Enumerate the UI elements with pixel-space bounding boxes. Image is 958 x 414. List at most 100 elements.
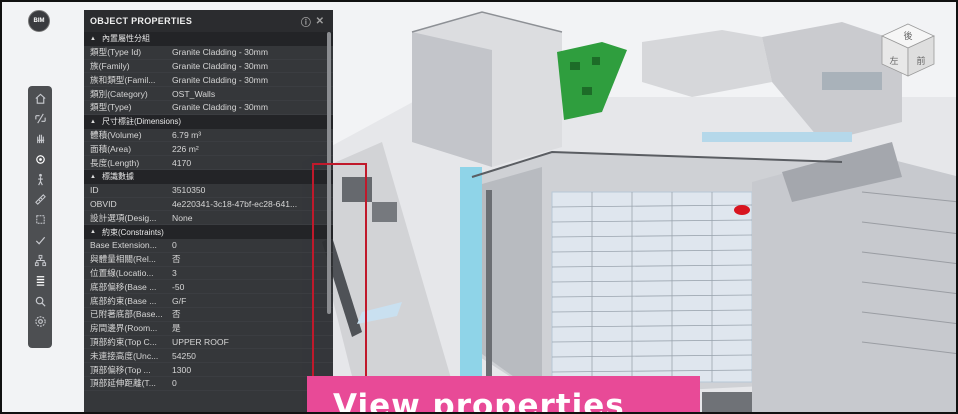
property-value: 226 m²	[172, 143, 199, 154]
property-key: 與體量相關(Rel...	[90, 254, 156, 265]
section-label: 標識數據	[101, 172, 134, 182]
properties-list-icon[interactable]	[28, 271, 52, 291]
property-key: 位置線(Locatio...	[90, 267, 154, 278]
property-key: 房間邊界(Room...	[90, 323, 158, 334]
property-value: 0	[172, 240, 177, 251]
property-row[interactable]: 頂部約束(Top C... UPPER ROOF	[84, 336, 333, 350]
section-label: 尺寸標註(Dimensions)	[101, 117, 182, 127]
property-key: 體積(Volume)	[90, 129, 142, 140]
section-icon[interactable]	[28, 108, 52, 128]
property-value: 是	[172, 323, 181, 334]
property-value: 3510350	[172, 185, 206, 196]
property-value: Granite Cladding - 30mm	[172, 60, 269, 71]
property-key: 底部約束(Base ...	[90, 295, 157, 306]
app-logo[interactable]: BIM	[28, 10, 50, 32]
property-row[interactable]: OBVID 4e220341-3c18-47bf-ec28-641...	[84, 198, 333, 212]
property-row[interactable]: 已附著底部(Base... 否	[84, 308, 333, 322]
property-row[interactable]: 與體量相關(Rel... 否	[84, 253, 333, 267]
property-key: OBVID	[90, 198, 117, 209]
section-label: 內置屬性分組	[101, 34, 150, 44]
callout-banner: View properties	[307, 376, 700, 412]
panel-header: OBJECT PROPERTIES ⓘ ✕	[84, 10, 333, 32]
caret-up-icon: ▲	[90, 118, 96, 125]
property-key: 長度(Length)	[90, 157, 140, 168]
property-value: Granite Cladding - 30mm	[172, 74, 269, 85]
property-row[interactable]: 設計選項(Desig... None	[84, 211, 333, 226]
building-model[interactable]	[302, 2, 958, 414]
property-value: G/F	[172, 295, 187, 306]
walk-person-icon[interactable]	[28, 169, 52, 189]
property-value: 4170	[172, 157, 192, 168]
property-row[interactable]: 位置線(Locatio... 3	[84, 267, 333, 281]
orbit-icon[interactable]	[28, 149, 52, 169]
check-icon[interactable]	[28, 230, 52, 250]
model-tree-icon[interactable]	[28, 250, 52, 270]
viewcube-left-label: 左	[889, 55, 898, 67]
property-value: 54250	[172, 350, 196, 361]
property-value: None	[172, 212, 193, 223]
property-row[interactable]: ID 3510350	[84, 184, 333, 198]
property-value: UPPER ROOF	[172, 336, 229, 347]
property-key: Base Extension...	[90, 240, 157, 251]
property-row[interactable]: 底部約束(Base ... G/F	[84, 294, 333, 308]
property-key: ID	[90, 185, 99, 196]
property-key: 頂部延伸距離(T...	[90, 378, 156, 389]
property-value: Granite Cladding - 30mm	[172, 47, 269, 58]
property-key: 設計選項(Desig...	[90, 212, 157, 223]
caret-up-icon: ▲	[90, 229, 96, 236]
property-row[interactable]: 類型(Type Id) Granite Cladding - 30mm	[84, 46, 333, 60]
property-row[interactable]: 頂部延伸距離(T... 0	[84, 377, 333, 391]
caret-up-icon: ▲	[90, 35, 96, 42]
close-icon[interactable]: ✕	[313, 16, 327, 27]
property-value: OST_Walls	[172, 88, 216, 99]
search-icon[interactable]	[28, 291, 52, 311]
property-row[interactable]: 頂部偏移(Top ... 1300	[84, 363, 333, 377]
property-row[interactable]: 面積(Area) 226 m²	[84, 142, 333, 157]
property-value: 否	[172, 309, 181, 320]
property-row[interactable]: 底部偏移(Base ... -50	[84, 280, 333, 295]
measure-ruler-icon[interactable]	[28, 189, 52, 209]
property-row[interactable]: 體積(Volume) 6.79 m³	[84, 129, 333, 143]
property-section-header[interactable]: ▲ 尺寸標註(Dimensions)	[84, 114, 333, 129]
property-key: 底部偏移(Base ...	[90, 281, 157, 292]
home-icon[interactable]	[28, 88, 52, 108]
panel-title: OBJECT PROPERTIES	[90, 16, 193, 26]
property-value: 4e220341-3c18-47bf-ec28-641...	[172, 198, 298, 209]
property-key: 類別(Category)	[90, 88, 148, 99]
property-value: Granite Cladding - 30mm	[172, 102, 269, 113]
property-row[interactable]: 類別(Category) OST_Walls	[84, 87, 333, 101]
property-row[interactable]: Base Extension... 0	[84, 239, 333, 253]
property-row[interactable]: 族(Family) Granite Cladding - 30mm	[84, 60, 333, 74]
property-key: 類型(Type Id)	[90, 47, 142, 58]
property-value: 1300	[172, 364, 192, 375]
property-key: 族和類型(Famil...	[90, 74, 156, 85]
view-cube[interactable]: 後 左 前	[878, 20, 938, 80]
property-key: 面積(Area)	[90, 143, 132, 154]
viewcube-right-label: 前	[916, 55, 925, 67]
pan-hand-icon[interactable]	[28, 129, 52, 149]
model-viewport[interactable]: 後 左 前 BIM OBJECT PROPERTIES ⓘ ✕ ▲ 內置屬性分組…	[0, 0, 958, 414]
property-section-header[interactable]: ▲ 內置屬性分組	[84, 32, 333, 46]
property-row[interactable]: 未連接高度(Unc... 54250	[84, 349, 333, 364]
property-row[interactable]: 房間邊界(Room... 是	[84, 322, 333, 336]
left-toolbar	[28, 86, 52, 348]
property-section-header[interactable]: ▲ 標識數據	[84, 169, 333, 184]
property-key: 已附著底部(Base...	[90, 309, 163, 320]
help-icon[interactable]: ⓘ	[299, 14, 313, 29]
property-value: -50	[172, 281, 185, 292]
property-row[interactable]: 類型(Type) Granite Cladding - 30mm	[84, 101, 333, 115]
property-value: 否	[172, 254, 181, 265]
property-value: 6.79 m³	[172, 129, 202, 140]
settings-icon[interactable]	[28, 311, 52, 331]
property-row[interactable]: 長度(Length) 4170	[84, 156, 333, 170]
object-properties-panel: OBJECT PROPERTIES ⓘ ✕ ▲ 內置屬性分組類型(Type Id)…	[84, 10, 333, 412]
property-key: 未連接高度(Unc...	[90, 350, 159, 361]
property-row[interactable]: 族和類型(Famil... Granite Cladding - 30mm	[84, 73, 333, 88]
property-key: 類型(Type)	[90, 102, 132, 113]
properties-list: ▲ 內置屬性分組類型(Type Id) Granite Cladding - 30m…	[84, 32, 333, 391]
property-section-header[interactable]: ▲ 約束(Constraints)	[84, 225, 333, 239]
section-box-icon[interactable]	[28, 210, 52, 230]
property-value: 3	[172, 267, 177, 278]
property-key: 頂部偏移(Top ...	[90, 364, 151, 375]
property-key: 頂部約束(Top C...	[90, 336, 157, 347]
